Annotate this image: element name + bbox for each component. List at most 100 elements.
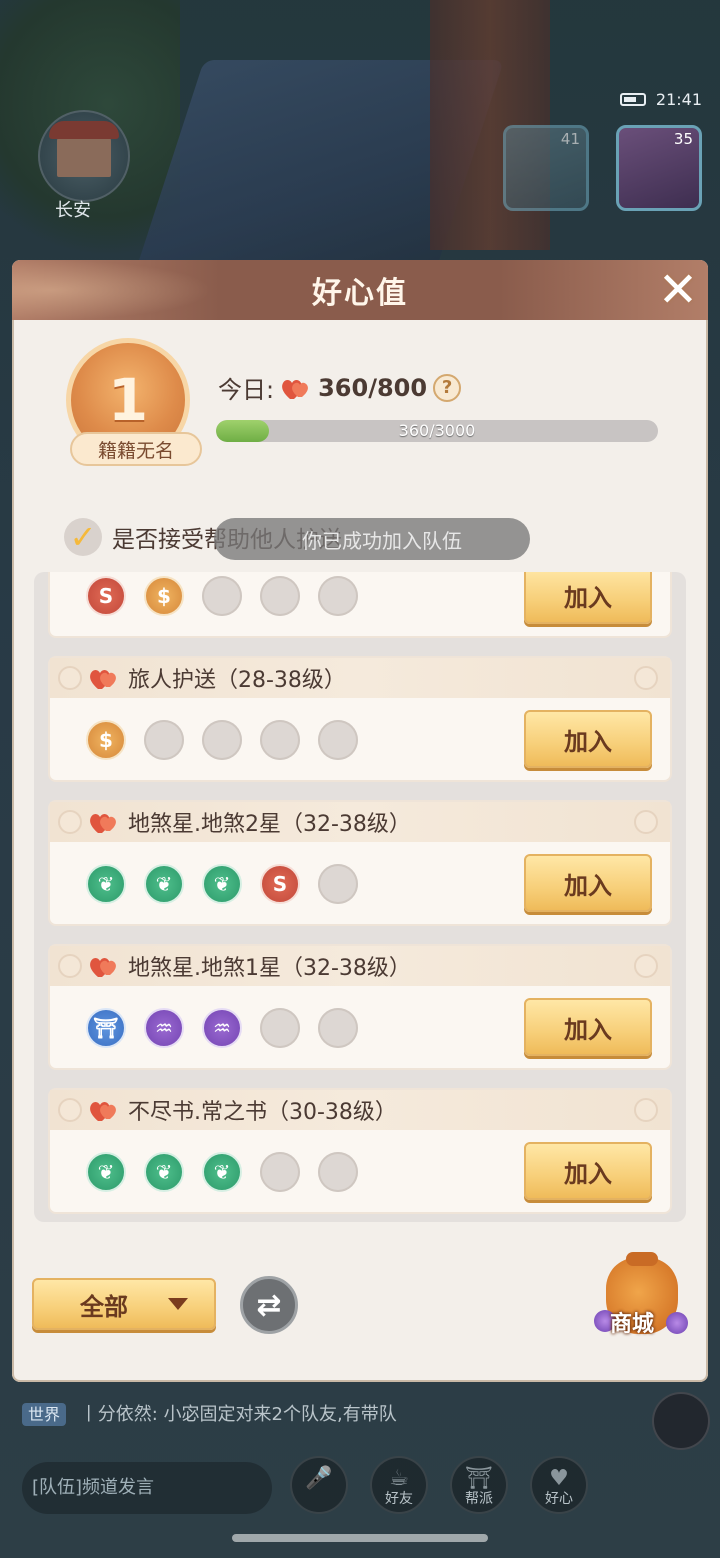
bottom-nav: 🎤 ☕ 好友 ⛩ 帮派 ♥ 好心 [290, 1456, 588, 1514]
close-icon: ✕ [657, 262, 699, 318]
filter-label: 全部 [80, 1292, 128, 1321]
player-level: 35 [673, 130, 693, 148]
hearts-icon [88, 953, 120, 979]
hearts-icon [280, 375, 312, 401]
rank-number: 1 [107, 366, 149, 434]
shop-label: 商城 [610, 1312, 655, 1337]
task-card: S $ 加入 [48, 572, 672, 638]
member-slot-red-icon: S [260, 864, 300, 904]
microphone-icon: 🎤 [305, 1466, 333, 1491]
city-badge[interactable] [38, 110, 130, 202]
checkmark-icon: ✓ [69, 518, 97, 556]
friends-label: 好友 [385, 1491, 413, 1507]
kindness-label: 好心 [545, 1491, 573, 1507]
member-slot-gold-icon: $ [86, 720, 126, 760]
refresh-icon: ⇄ [256, 1287, 282, 1323]
join-button[interactable]: 加入 [524, 998, 652, 1056]
empty-slot [260, 1008, 300, 1048]
pet-level: 41 [560, 130, 580, 148]
today-value: 360/800 [318, 373, 428, 402]
city-name: 长安 [55, 200, 91, 221]
shop-button[interactable]: 商城 [590, 1250, 690, 1350]
cloud-decoration-icon [58, 954, 82, 978]
cloud-decoration-icon [58, 810, 82, 834]
guild-label: 帮派 [465, 1491, 493, 1507]
today-row: 今日: 360/800 ? [218, 370, 462, 405]
task-card: 不尽书.常之书（30-38级） ❦ ❦ ❦ 加入 [48, 1088, 672, 1214]
empty-slot [318, 1152, 358, 1192]
modal-title: 好心值 [312, 276, 408, 311]
team-slots: $ [86, 720, 358, 760]
cloud-decoration-icon [634, 1098, 658, 1122]
microphone-button[interactable]: 🎤 [290, 1456, 348, 1514]
empty-slot [260, 1152, 300, 1192]
empty-slot [144, 720, 184, 760]
member-slot-purple-icon: ♒ [144, 1008, 184, 1048]
task-card: 地煞星.地煞2星（32-38级） ❦ ❦ ❦ S 加入 [48, 800, 672, 926]
house-icon [49, 121, 119, 177]
help-icon[interactable]: ? [433, 373, 462, 402]
empty-slot [260, 720, 300, 760]
chat-channel-tag: 世界 [22, 1403, 67, 1426]
member-slot-green-icon: ❦ [144, 1152, 184, 1192]
empty-slot [202, 720, 242, 760]
team-slots: ❦ ❦ ❦ S [86, 864, 358, 904]
kindness-button[interactable]: ♥ 好心 [530, 1456, 588, 1514]
task-header: 不尽书.常之书（30-38级） [50, 1090, 670, 1130]
heart-icon: ♥ [549, 1466, 569, 1491]
hearts-icon [88, 809, 120, 835]
empty-slot [318, 1008, 358, 1048]
accept-checkbox[interactable]: ✓ [64, 518, 102, 556]
refresh-button[interactable]: ⇄ [240, 1276, 298, 1334]
escort-task-list[interactable]: S $ 加入 旅人护送（28-38级） $ 加入 地煞星.地煞2星（32-38级）… [34, 572, 686, 1222]
filter-dropdown[interactable]: 全部 [32, 1278, 216, 1330]
member-slot-purple-icon: ♒ [202, 1008, 242, 1048]
member-slot-green-icon: ❦ [202, 864, 242, 904]
chat-user: 丨分依然: [79, 1404, 158, 1425]
empty-slot [318, 576, 358, 616]
home-indicator[interactable] [232, 1534, 488, 1542]
pet-avatar[interactable]: 41 [503, 125, 589, 211]
progress-text: 360/3000 [398, 421, 476, 440]
hearts-icon [88, 665, 120, 691]
task-header: 地煞星.地煞1星（32-38级） [50, 946, 670, 986]
chat-input[interactable]: [队伍]频道发言 [22, 1462, 272, 1514]
join-button[interactable]: 加入 [524, 572, 652, 624]
task-title: 不尽书.常之书（30-38级） [128, 1100, 397, 1125]
team-slots: ⛩ ♒ ♒ [86, 1008, 358, 1048]
kindness-progress-bar: 360/3000 [216, 420, 658, 442]
player-avatar[interactable]: 35 [616, 125, 702, 211]
task-title: 地煞星.地煞2星（32-38级） [128, 812, 411, 837]
join-button[interactable]: 加入 [524, 854, 652, 912]
member-slot-green-icon: ❦ [202, 1152, 242, 1192]
swirl-button[interactable] [652, 1392, 710, 1450]
empty-slot [202, 576, 242, 616]
today-label: 今日: [218, 376, 275, 404]
task-header: 旅人护送（28-38级） [50, 658, 670, 698]
guild-button[interactable]: ⛩ 帮派 [450, 1456, 508, 1514]
friends-button[interactable]: ☕ 好友 [370, 1456, 428, 1514]
clock: 21:41 [655, 90, 702, 109]
empty-slot [260, 576, 300, 616]
empty-slot [318, 864, 358, 904]
team-slots: S $ [86, 576, 358, 616]
rank-name: 籍籍无名 [70, 432, 202, 466]
cloud-decoration-icon [58, 666, 82, 690]
orb-icon [666, 1312, 688, 1334]
chat-line[interactable]: 世界 丨分依然: 小宓固定对来2个队友,有带队 [22, 1400, 622, 1426]
team-slots: ❦ ❦ ❦ [86, 1152, 358, 1192]
chat-text: 小宓固定对来2个队友,有带队 [163, 1404, 397, 1425]
kindness-modal: 好心值 ✕ 1 籍籍无名 今日: 360/800 ? 360/3000 ✓ 是否… [12, 260, 708, 1382]
toast-message: 你已成功加入队伍 [214, 518, 530, 560]
task-title: 地煞星.地煞1星（32-38级） [128, 956, 411, 981]
join-button[interactable]: 加入 [524, 710, 652, 768]
member-slot-red-icon: S [86, 576, 126, 616]
join-button[interactable]: 加入 [524, 1142, 652, 1200]
task-card: 地煞星.地煞1星（32-38级） ⛩ ♒ ♒ 加入 [48, 944, 672, 1070]
member-slot-blue-icon: ⛩ [86, 1008, 126, 1048]
close-button[interactable]: ✕ [654, 266, 702, 314]
modal-header: 好心值 ✕ [12, 260, 708, 320]
cloud-decoration-icon [634, 810, 658, 834]
cloud-decoration-icon [634, 666, 658, 690]
status-bar: 21:41 [619, 90, 702, 109]
